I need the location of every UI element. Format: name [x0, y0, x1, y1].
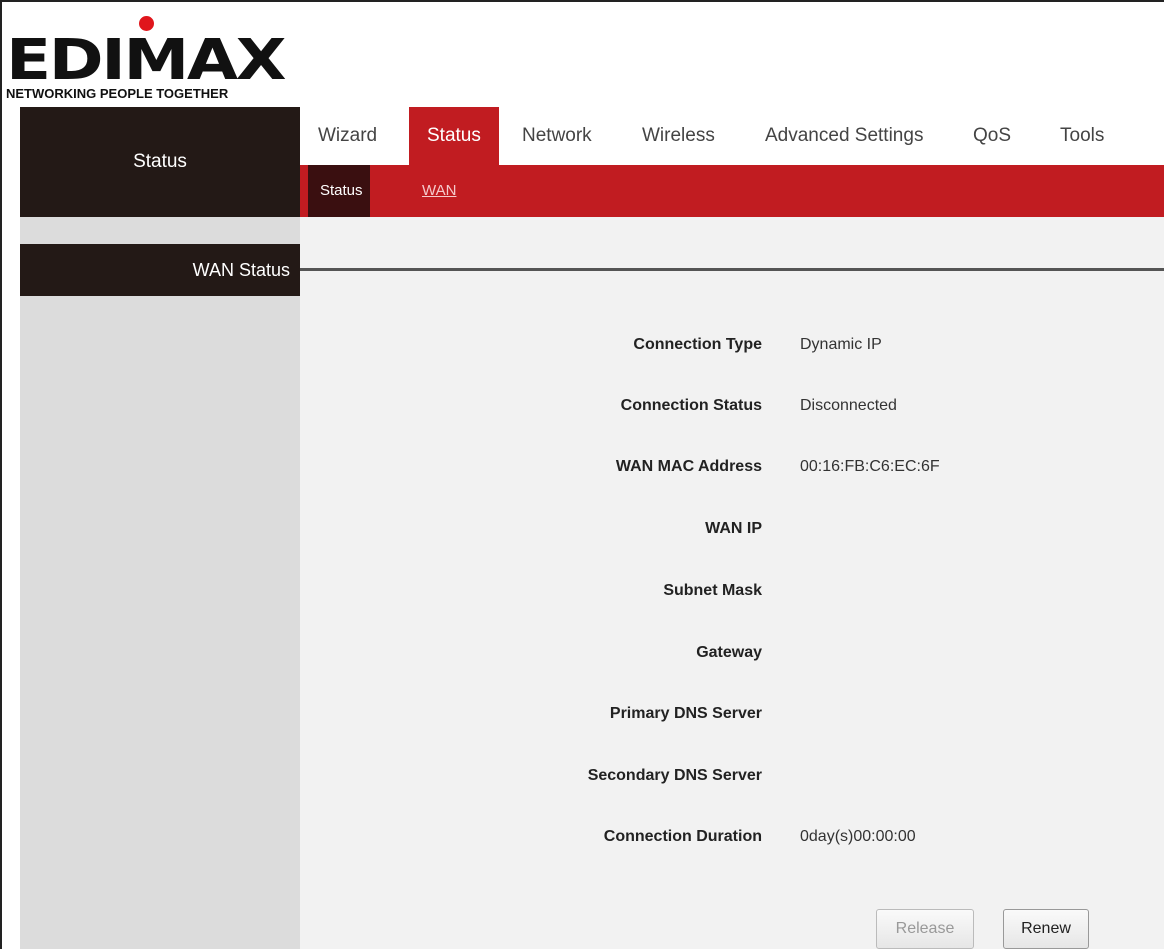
edimax-logo: EDIMAX NETWORKING PEOPLE TOGETHER: [6, 16, 306, 106]
logo-dot-icon: [139, 16, 154, 31]
tab-advanced-settings[interactable]: Advanced Settings: [747, 107, 941, 165]
sidebar-title: Status: [20, 107, 300, 217]
release-button[interactable]: Release: [876, 909, 974, 949]
sub-nav: Status WAN: [300, 165, 1164, 217]
section-title: WAN Status: [20, 244, 300, 296]
row-label: Connection Status: [620, 397, 762, 414]
row-value: 0day(s)00:00:00: [800, 828, 916, 845]
subtab-status[interactable]: Status: [308, 165, 370, 217]
row-wan-ip: WAN IP: [300, 514, 1164, 544]
tab-network[interactable]: Network: [504, 107, 610, 165]
row-value: Dynamic IP: [800, 336, 882, 353]
tab-wizard[interactable]: Wizard: [300, 107, 395, 165]
tab-qos[interactable]: QoS: [955, 107, 1029, 165]
subtab-wan[interactable]: WAN: [410, 165, 468, 217]
row-secondary-dns: Secondary DNS Server: [300, 761, 1164, 791]
tab-tools[interactable]: Tools: [1042, 107, 1122, 165]
row-label: Connection Duration: [603, 828, 762, 845]
row-label: WAN IP: [705, 520, 762, 537]
renew-button[interactable]: Renew: [1003, 909, 1089, 949]
row-value: 00:16:FB:C6:EC:6F: [800, 458, 940, 475]
section-divider: [300, 268, 1164, 271]
row-label: WAN MAC Address: [615, 458, 762, 475]
sidebar-panel: [20, 217, 300, 949]
row-connection-type: Connection Type Dynamic IP: [300, 330, 1164, 360]
row-value: Disconnected: [800, 397, 897, 414]
row-label: Secondary DNS Server: [587, 767, 762, 784]
row-label: Primary DNS Server: [609, 705, 762, 722]
row-primary-dns: Primary DNS Server: [300, 699, 1164, 729]
row-subnet-mask: Subnet Mask: [300, 576, 1164, 606]
tab-wireless[interactable]: Wireless: [624, 107, 733, 165]
row-label: Connection Type: [633, 336, 762, 353]
logo-tagline: NETWORKING PEOPLE TOGETHER: [6, 86, 229, 101]
row-connection-status: Connection Status Disconnected: [300, 391, 1164, 421]
row-connection-duration: Connection Duration 0day(s)00:00:00: [300, 822, 1164, 852]
main-nav: Wizard Status Network Wireless Advanced …: [300, 107, 1164, 165]
row-gateway: Gateway: [300, 638, 1164, 668]
tab-status[interactable]: Status: [409, 107, 499, 165]
row-wan-mac-address: WAN MAC Address 00:16:FB:C6:EC:6F: [300, 452, 1164, 482]
row-label: Gateway: [696, 644, 762, 661]
page-frame: EDIMAX NETWORKING PEOPLE TOGETHER Status…: [0, 0, 1164, 949]
row-label: Subnet Mask: [663, 582, 762, 599]
